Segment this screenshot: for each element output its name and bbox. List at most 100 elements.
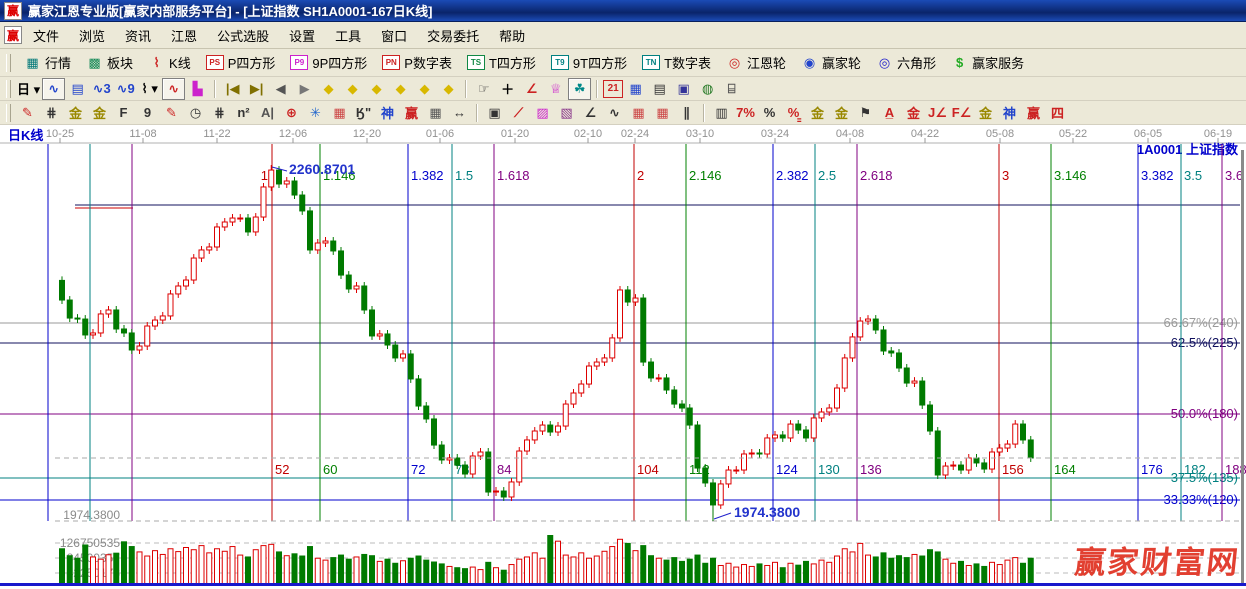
shen-angle-tool[interactable]: 神 <box>998 102 1021 124</box>
zoom-h-button[interactable]: ◆ <box>365 78 388 100</box>
gold-circle-tool[interactable]: 金 <box>806 102 829 124</box>
k-quote-tool[interactable]: Ӄ" <box>352 102 375 124</box>
comb2-tool[interactable]: ⋕ <box>208 102 231 124</box>
candle-style-dropdown[interactable]: ⌇ ▾ <box>138 78 161 100</box>
gann-wheel-button[interactable]: ◎江恩轮 <box>720 50 792 75</box>
box-tool[interactable]: ▣ <box>483 102 506 124</box>
seven-pct-tool[interactable]: 7% <box>734 102 757 124</box>
zigzag-blue-button[interactable]: ∿ <box>42 78 65 100</box>
crown-tool-button[interactable]: ♕ <box>544 78 567 100</box>
cloud-tool-button[interactable]: ☘ <box>568 78 591 100</box>
network-button[interactable]: ◍ <box>696 78 719 100</box>
t-square-button[interactable]: TST四方形 <box>461 50 542 75</box>
star-blue-tool[interactable]: ✳ <box>304 102 327 124</box>
first-page-button[interactable]: |◀ <box>221 78 244 100</box>
wave9-button[interactable]: ∿9 <box>114 78 137 100</box>
knife-tool[interactable]: ✎ <box>16 102 39 124</box>
a-red-tool[interactable]: A̲ <box>878 102 901 124</box>
menu-item-3[interactable]: 江恩 <box>162 23 206 48</box>
zoom-out-button[interactable]: ◆ <box>389 78 412 100</box>
menu-item-5[interactable]: 设置 <box>280 23 324 48</box>
compass-red-tool[interactable]: ⊕ <box>280 102 303 124</box>
sectors-button[interactable]: ▩板块 <box>80 50 139 75</box>
quotes-button[interactable]: ▦行情 <box>18 50 77 75</box>
notes-button[interactable]: ▤ <box>648 78 671 100</box>
last-page-button[interactable]: ▶| <box>245 78 268 100</box>
toolbar-grip[interactable] <box>6 80 11 98</box>
gold-box-tool[interactable]: 金 <box>902 102 925 124</box>
rect-lines-tool[interactable]: ▧ <box>555 102 578 124</box>
gold-ruler-2[interactable]: 金 <box>88 102 111 124</box>
menu-item-2[interactable]: 资讯 <box>116 23 160 48</box>
toolbar-grip[interactable] <box>6 54 11 72</box>
menu-item-7[interactable]: 窗口 <box>372 23 416 48</box>
volume-profile-button[interactable]: ▙ <box>186 78 209 100</box>
angle-measure-button[interactable]: ∠ <box>520 78 543 100</box>
winner-wheel-button[interactable]: ◉赢家轮 <box>795 50 867 75</box>
parallel-tool[interactable]: ∥ <box>675 102 698 124</box>
hexagon-button[interactable]: ◎六角形 <box>870 50 942 75</box>
report-button[interactable]: ▤ <box>66 78 89 100</box>
f-angle-tool[interactable]: F∠ <box>950 102 973 124</box>
width-tool[interactable]: ↔ <box>448 102 471 124</box>
workstation-button[interactable]: ⌸ <box>720 78 743 100</box>
wave3-button[interactable]: ∿3 <box>90 78 113 100</box>
spiral-9-tool[interactable]: 9 <box>136 102 159 124</box>
percent-lines-tool[interactable]: %̳ <box>782 102 805 124</box>
angle-lines-tool[interactable]: ∠ <box>579 102 602 124</box>
grid-b-tool[interactable]: ▦ <box>651 102 674 124</box>
gold-lines-tool[interactable]: 金 <box>830 102 853 124</box>
j-angle-tool[interactable]: J∠ <box>926 102 949 124</box>
percent-tool[interactable]: % <box>758 102 781 124</box>
save-button[interactable]: ▣ <box>672 78 695 100</box>
prev-page-button[interactable]: ◀ <box>269 78 292 100</box>
kline-chart[interactable]: 日K线1A0001 上证指数10-2511-0811-2212-0612-200… <box>0 125 1246 586</box>
calculator-button[interactable]: ▦ <box>624 78 647 100</box>
si-angle-tool[interactable]: 四 <box>1046 102 1069 124</box>
grid-red-box-tool[interactable]: ▦ <box>328 102 351 124</box>
kline-button[interactable]: ⌇K线 <box>142 50 197 75</box>
comb-tool[interactable]: ⋕ <box>40 102 63 124</box>
p-digit-table-button[interactable]: PNP数字表 <box>376 50 458 75</box>
period-day-dropdown[interactable]: 日 ▾ <box>16 78 41 100</box>
ying-tool[interactable]: 赢 <box>400 102 423 124</box>
winner-service-button[interactable]: $赢家服务 <box>945 50 1030 75</box>
red-knife-tool[interactable]: ✎ <box>160 102 183 124</box>
ying-angle-tool[interactable]: 赢 <box>1022 102 1045 124</box>
fan-red-tool[interactable]: ⟋ <box>507 102 530 124</box>
p-square-button[interactable]: PSP四方形 <box>200 50 282 75</box>
menu-item-8[interactable]: 交易委托 <box>418 23 488 48</box>
menu-item-1[interactable]: 浏览 <box>70 23 114 48</box>
t-digit-table-button[interactable]: TNT数字表 <box>636 50 717 75</box>
clock-tool[interactable]: ◷ <box>184 102 207 124</box>
n2-tool[interactable]: n² <box>232 102 255 124</box>
zoom-full-button[interactable]: ◆ <box>437 78 460 100</box>
zoom-left-button[interactable]: ◆ <box>317 78 340 100</box>
bars-pct-tool[interactable]: ▥ <box>710 102 733 124</box>
zoom-in-button[interactable]: ◆ <box>413 78 436 100</box>
zoom-right-button[interactable]: ◆ <box>341 78 364 100</box>
zigzag-red-button[interactable]: ∿ <box>162 78 185 100</box>
f-ruler-tool[interactable]: F <box>112 102 135 124</box>
9t-square-button[interactable]: T99T四方形 <box>545 50 633 75</box>
calendar-button[interactable]: 21 <box>603 80 623 98</box>
hand-tool-button[interactable]: ☞ <box>472 78 495 100</box>
grid-a-tool[interactable]: ▦ <box>627 102 650 124</box>
grid-123-tool[interactable]: ▦ <box>424 102 447 124</box>
fan-magenta-tool[interactable]: ▨ <box>531 102 554 124</box>
flag-tool[interactable]: ⚑ <box>854 102 877 124</box>
gold-ruler-1[interactable]: 金 <box>64 102 87 124</box>
menu-item-4[interactable]: 公式选股 <box>208 23 278 48</box>
crosshair-tool-button[interactable]: ＋ <box>496 78 519 100</box>
9p-square-button[interactable]: P99P四方形 <box>284 50 373 75</box>
chart-area[interactable]: 日K线1A0001 上证指数10-2511-0811-2212-0612-200… <box>0 125 1246 586</box>
menu-item-6[interactable]: 工具 <box>326 23 370 48</box>
wave-v-tool[interactable]: ∿ <box>603 102 626 124</box>
menu-item-9[interactable]: 帮助 <box>490 23 534 48</box>
next-page-button[interactable]: ▶ <box>293 78 316 100</box>
menu-item-0[interactable]: 文件 <box>24 23 68 48</box>
gold-angle-tool[interactable]: 金 <box>974 102 997 124</box>
a-line-tool[interactable]: A| <box>256 102 279 124</box>
toolbar-grip[interactable] <box>6 104 11 122</box>
shen-tool[interactable]: 神 <box>376 102 399 124</box>
